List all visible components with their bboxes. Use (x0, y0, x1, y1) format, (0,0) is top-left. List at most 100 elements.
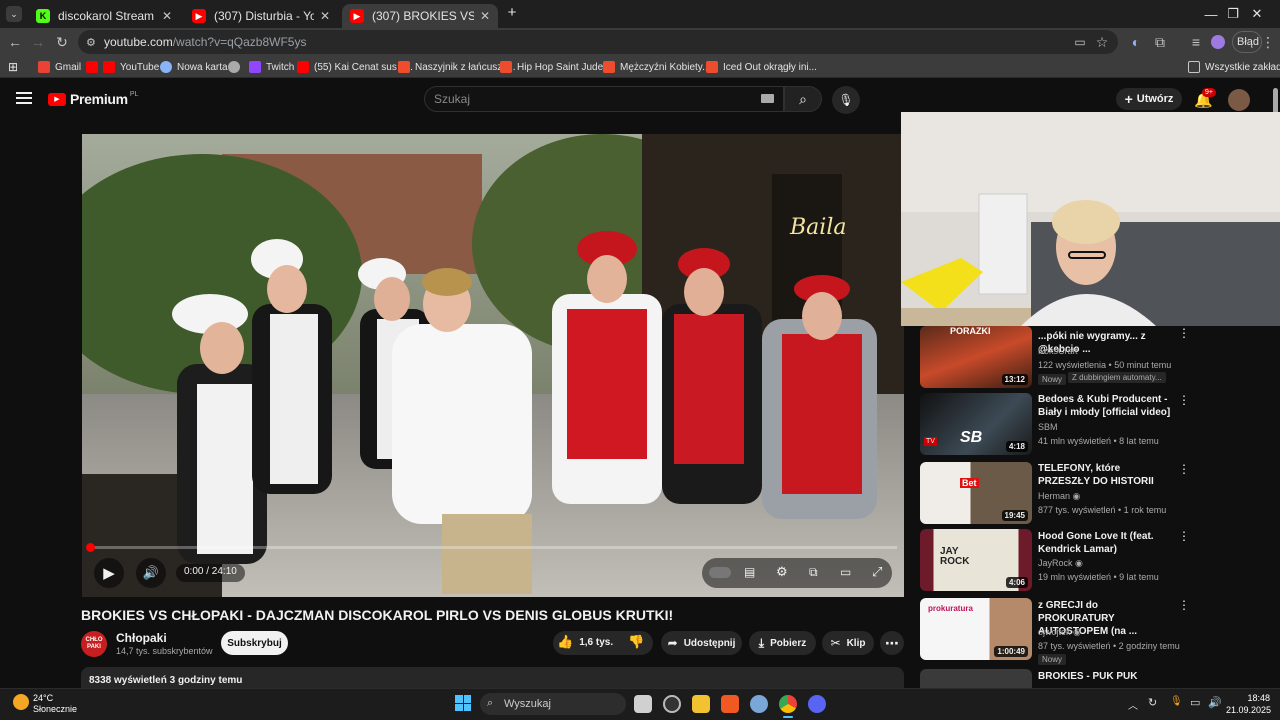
bookmark-naszyjnik[interactable]: Naszyjnik z łańcuszk... (398, 60, 516, 74)
settings-gear-icon[interactable]: ⚙ (776, 564, 788, 580)
search-input[interactable] (424, 86, 784, 112)
search-button[interactable]: ⌕ (784, 86, 822, 112)
more-menu-icon[interactable]: ⋮ (1258, 32, 1278, 52)
dislike-button[interactable]: 👎 (628, 634, 644, 650)
copilot-icon[interactable] (663, 695, 681, 713)
discord-icon[interactable] (808, 695, 826, 713)
recommendation-item[interactable]: SB TV 4:18 Bedoes & Kubi Producent - Bia… (920, 393, 1190, 457)
site-info-icon[interactable]: ⚙ (86, 36, 96, 49)
rec-channel[interactable]: KoksCraft (1038, 346, 1078, 356)
chrome-icon[interactable] (779, 695, 797, 713)
url-text[interactable]: youtube.com/watch?v=qQazb8WF5ys (104, 35, 306, 49)
taskbar-search[interactable]: Wyszukaj (480, 693, 626, 715)
brave-icon[interactable] (721, 695, 739, 713)
more-options-icon[interactable]: ⋮ (1178, 462, 1190, 476)
close-icon[interactable]: ✕ (162, 9, 172, 23)
create-button[interactable]: + Utwórz (1116, 88, 1182, 110)
file-explorer-icon[interactable] (692, 695, 710, 713)
bookmark-globe[interactable] (228, 60, 245, 74)
recommendation-item[interactable]: PORAZKI 13:12 ...póki nie wygramy... z @… (920, 326, 1190, 390)
microphone-icon[interactable]: 🎙 (1170, 696, 1183, 707)
tab-disturbia[interactable]: ▶ (307) Disturbia - YouTube ✕ (184, 4, 338, 28)
channel-avatar[interactable]: CHŁO PAKI (81, 631, 107, 657)
rec-title[interactable]: Bedoes & Kubi Producent - Biały i młody … (1038, 393, 1174, 419)
reload-icon[interactable]: ↻ (52, 32, 72, 52)
recommendation-item[interactable]: BROKIES - PUK PUK ⋮ (920, 669, 1180, 688)
fullscreen-icon[interactable]: ⤢ (872, 564, 882, 580)
task-view-icon[interactable] (634, 695, 652, 713)
extensions-icon[interactable]: ⧉ (1150, 32, 1170, 52)
network-icon[interactable]: ▭ (1190, 696, 1200, 709)
weather-sun-icon[interactable] (13, 694, 29, 710)
apps-icon[interactable]: ⊞ (8, 60, 18, 74)
volume-button[interactable]: 🔊 (136, 558, 166, 588)
bookmark-mezczyzni[interactable]: Mężczyźni Kobiety... (603, 60, 710, 74)
more-options-icon[interactable]: ⋮ (1178, 598, 1190, 612)
volume-icon[interactable]: 🔊 (1208, 696, 1222, 709)
tab-brokies[interactable]: ▶ (307) BROKIES VS CHŁOPAKI - D ✕ (342, 4, 498, 28)
rec-title[interactable]: TELEFONY, które PRZESZŁY DO HISTORII (1038, 462, 1174, 488)
channel-name[interactable]: Chłopaki (116, 631, 167, 645)
youtube-logo[interactable]: ▶ Premium PL (48, 91, 138, 107)
rec-channel[interactable]: SBM (1038, 422, 1058, 432)
miniplayer-icon[interactable]: ⧉ (809, 565, 818, 580)
close-window-button[interactable]: ✕ (1234, 0, 1280, 28)
more-options-icon[interactable]: ⋮ (1178, 326, 1190, 340)
forward-icon[interactable]: → (28, 32, 48, 52)
bookmark-kai-cenat[interactable]: (55) Kai Cenat sus s... (297, 60, 413, 74)
media-control-icon[interactable]: ≡ (1186, 32, 1206, 52)
windows-start-icon[interactable] (455, 695, 471, 711)
voice-search-button[interactable]: 🎙 (832, 86, 860, 114)
clock[interactable]: 18:48 21.09.2025 (1226, 692, 1271, 716)
bookmark-iced-out[interactable]: Iced Out okrągły ini... (706, 60, 817, 74)
close-icon[interactable]: ✕ (480, 9, 490, 23)
autoplay-toggle[interactable] (709, 567, 731, 578)
progress-bar[interactable] (89, 546, 897, 549)
like-button[interactable]: 👍 1,6 tys. (557, 634, 613, 650)
rec-channel[interactable]: ojwojtek ◉ (1038, 627, 1081, 638)
bookmark-new-tab[interactable]: Nowa karta (160, 60, 228, 74)
play-button[interactable]: ▶ (94, 558, 124, 588)
rec-channel[interactable]: Herman ◉ (1038, 491, 1080, 502)
sync-icon[interactable]: ↻ (1148, 696, 1157, 709)
back-icon[interactable]: ← (5, 32, 25, 52)
progress-scrubber[interactable] (86, 543, 95, 552)
bookmark-star-icon[interactable]: ☆ (1092, 32, 1112, 52)
avatar[interactable] (1228, 89, 1250, 111)
bookmark-gmail[interactable]: Gmail (38, 60, 81, 74)
tab-search-button[interactable]: ⌄ (6, 6, 22, 22)
share-button[interactable]: ➦ Udostępnij (661, 631, 742, 655)
more-options-icon[interactable]: ⋮ (1178, 529, 1190, 543)
bookmark-yt-1[interactable] (86, 60, 103, 74)
download-button[interactable]: ⤓ Pobierz (749, 631, 816, 655)
rec-title[interactable]: BROKIES - PUK PUK (1038, 670, 1174, 683)
keyboard-icon[interactable] (761, 94, 774, 103)
weather-widget[interactable]: 24°C Słonecznie (33, 693, 77, 715)
bookmark-youtube[interactable]: YouTube (103, 60, 159, 74)
rec-channel[interactable]: JayRock ◉ (1038, 558, 1083, 569)
recommendation-item[interactable]: prokuratura 1:00:49 z GRECJI do PROKURAT… (920, 598, 1190, 665)
subtitles-icon[interactable]: ▤ (744, 565, 755, 579)
tray-chevron-icon[interactable]: ︿ (1128, 697, 1138, 712)
rec-title[interactable]: Hood Gone Love It (feat. Kendrick Lamar) (1038, 530, 1174, 556)
bookmark-hip-hop[interactable]: Hip Hop Saint Jude... (500, 60, 612, 74)
more-options-icon[interactable]: ⋮ (1178, 393, 1190, 407)
new-tab-button[interactable]: + (504, 5, 520, 21)
bookmark-twitch[interactable]: Twitch (249, 60, 294, 74)
profile-icon[interactable] (1208, 32, 1228, 52)
cursor-app-icon[interactable] (750, 695, 768, 713)
recommendation-item[interactable]: JAY ROCK 4:06 Hood Gone Love It (feat. Ke… (920, 529, 1190, 593)
tab-discokarol[interactable]: K discokarol Stream - Watch Live ✕ (28, 4, 180, 28)
subscribe-button[interactable]: Subskrybuj (221, 631, 288, 655)
extension-audio-icon[interactable]: ◐ (1126, 32, 1146, 52)
theater-mode-icon[interactable]: ▭ (840, 565, 851, 579)
all-bookmarks[interactable]: Wszystkie zakładki (1188, 60, 1280, 74)
clip-button[interactable]: ✂ Klip (822, 631, 874, 655)
hamburger-menu-icon[interactable] (16, 92, 32, 104)
cast-icon[interactable]: ▭ (1070, 32, 1090, 52)
close-icon[interactable]: ✕ (320, 9, 330, 23)
more-actions-button[interactable]: ⋯ (880, 631, 904, 655)
video-player[interactable]: Baila ▶ 🔊 0:00 / 24:10 ▤ ⚙ ⧉ ▭ ⤢ (82, 134, 904, 597)
recommendation-item[interactable]: Bet 19:45 TELEFONY, które PRZESZŁY DO HI… (920, 462, 1190, 526)
more-options-icon[interactable]: ⋮ (1178, 670, 1180, 684)
